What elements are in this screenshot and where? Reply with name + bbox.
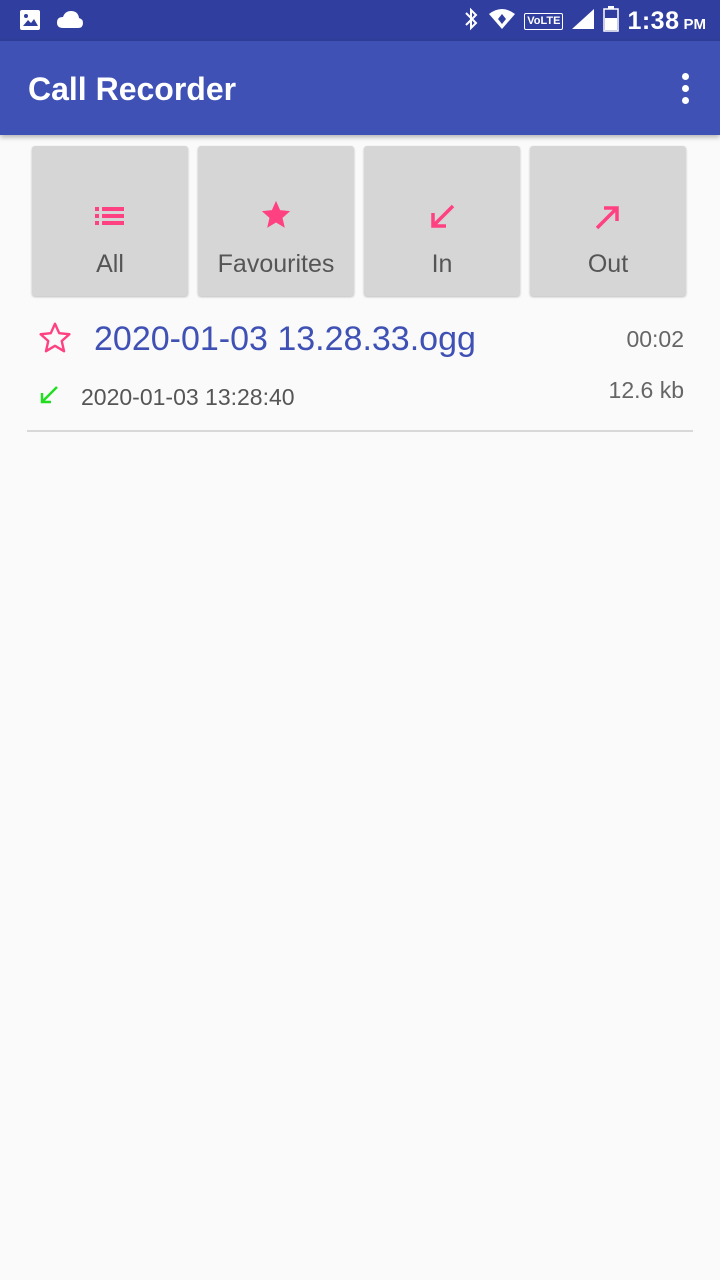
recording-duration: 00:02 — [626, 326, 684, 352]
more-vert-icon[interactable] — [670, 69, 700, 107]
cloud-icon — [56, 10, 84, 35]
clock-ampm: PM — [683, 15, 707, 33]
recording-filename: 2020-01-03 13.28.33.ogg — [94, 320, 476, 358]
filter-in-button[interactable]: In — [364, 146, 520, 296]
star-filled-icon — [198, 200, 354, 232]
filter-out-label: Out — [587, 250, 629, 278]
star-outline-icon[interactable] — [37, 320, 73, 361]
bluetooth-icon — [462, 7, 480, 36]
filter-all-button[interactable]: All — [32, 146, 188, 296]
arrow-outgoing-icon — [530, 204, 686, 232]
incoming-call-icon — [38, 384, 60, 411]
list-icon — [32, 204, 188, 228]
clock: 1:38 PM — [627, 7, 706, 36]
recording-list-item[interactable]: 2020-01-03 13.28.33.ogg 00:02 2020-01-03… — [27, 306, 693, 432]
wifi-icon — [488, 8, 516, 35]
app-bar: Call Recorder — [0, 41, 720, 135]
app-title: Call Recorder — [28, 71, 237, 107]
filter-favourites-button[interactable]: Favourites — [198, 146, 354, 296]
recording-filesize: 12.6 kb — [608, 377, 684, 403]
recording-datetime: 2020-01-03 13:28:40 — [81, 384, 295, 410]
signal-icon — [571, 8, 595, 35]
arrow-incoming-icon — [364, 204, 520, 232]
image-icon — [18, 8, 42, 37]
filter-favourites-label: Favourites — [217, 250, 335, 278]
status-bar: VoLTE 1:38 PM — [0, 0, 720, 41]
filter-all-label: All — [96, 250, 124, 278]
filter-bar: All Favourites In Out — [32, 146, 688, 296]
filter-in-label: In — [431, 250, 453, 278]
volte-icon: VoLTE — [524, 12, 564, 30]
battery-icon — [603, 5, 620, 37]
filter-out-button[interactable]: Out — [530, 146, 686, 296]
clock-time: 1:38 — [627, 6, 680, 35]
